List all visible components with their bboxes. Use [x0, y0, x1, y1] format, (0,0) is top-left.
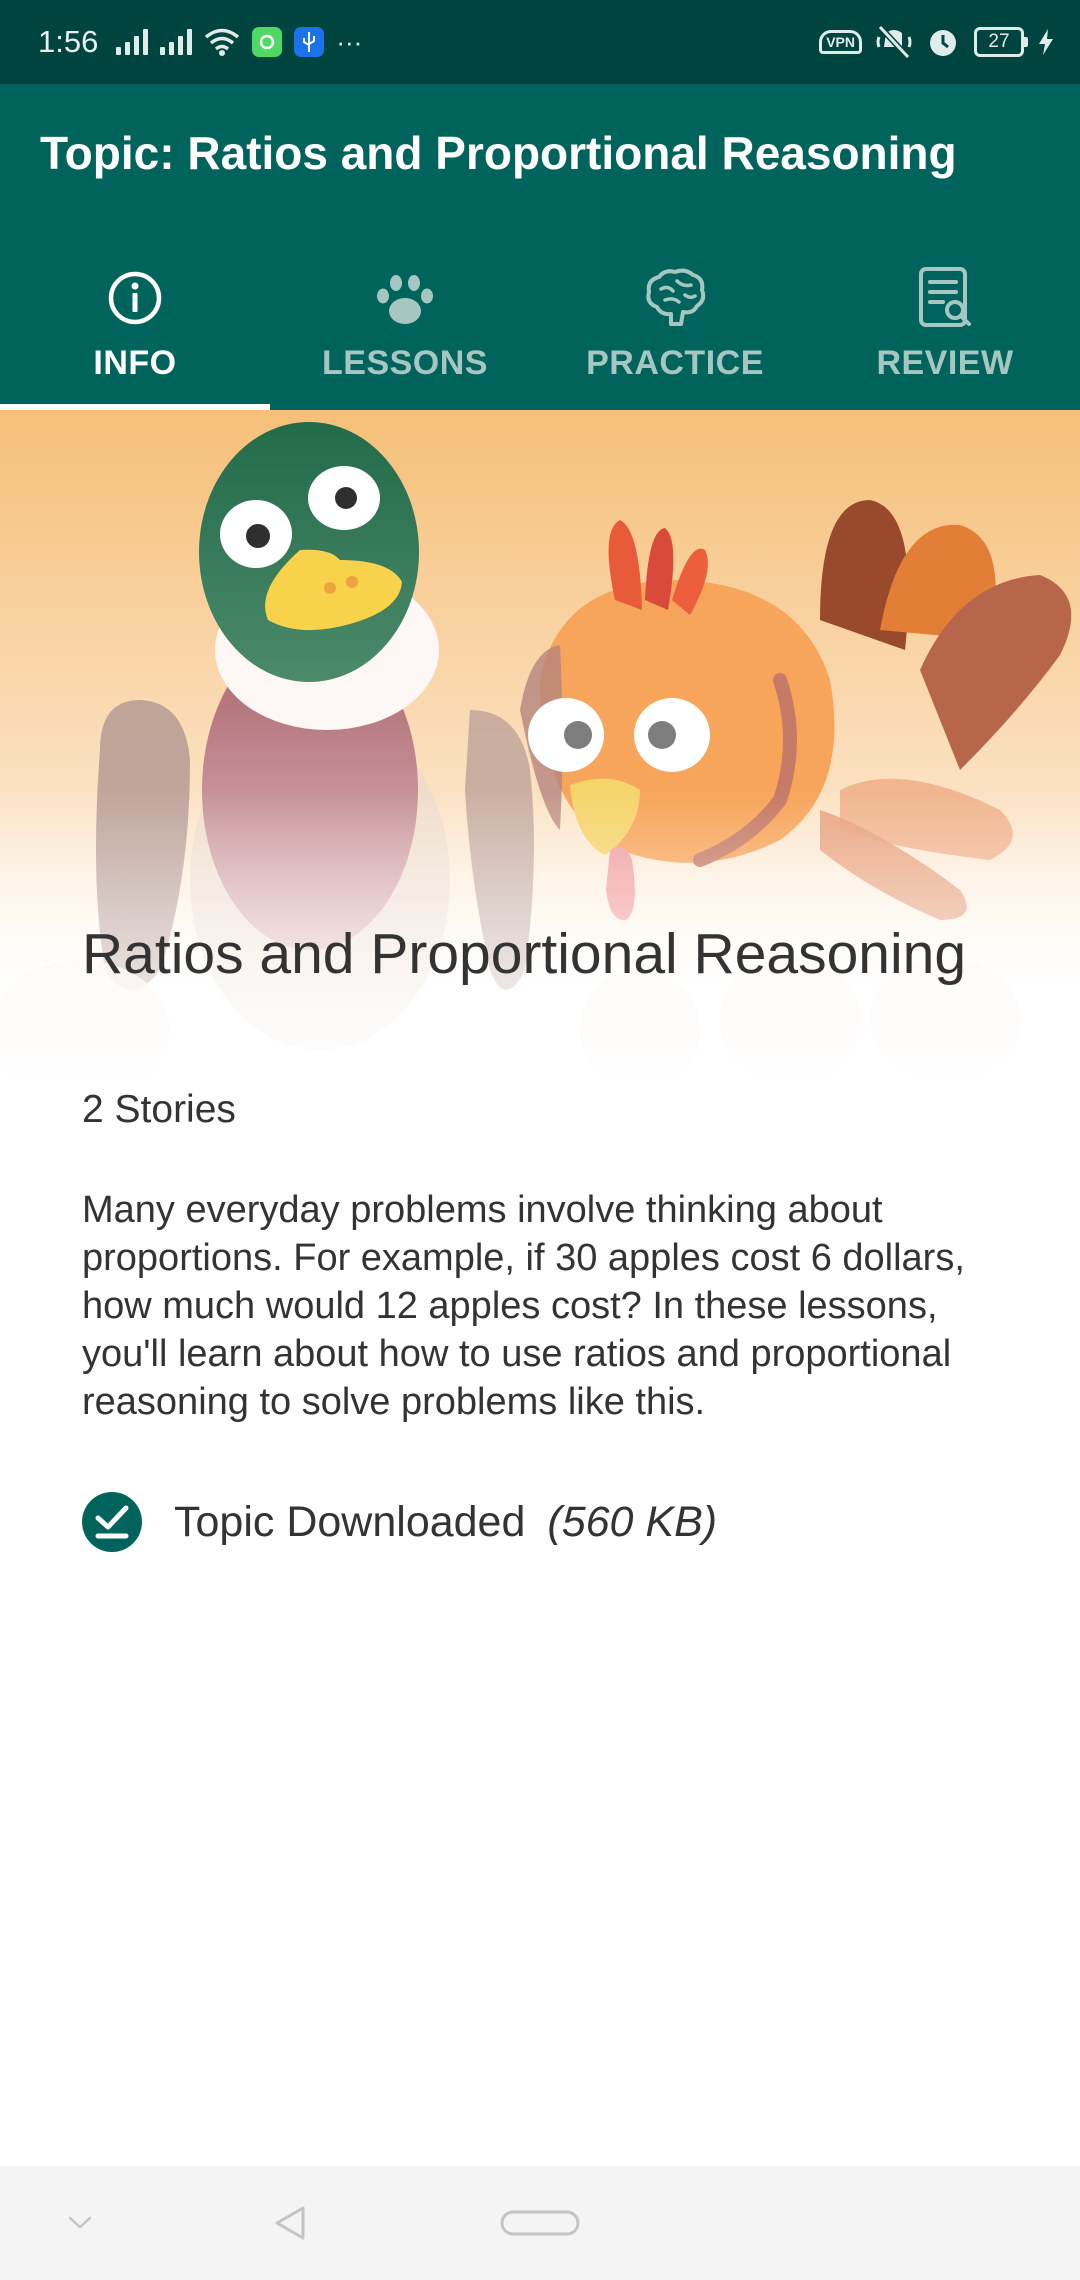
vpn-icon: VPN [819, 30, 862, 54]
wifi-icon [205, 28, 240, 56]
home-pill-icon [500, 2210, 580, 2236]
tab-lessons[interactable]: LESSONS [270, 244, 540, 410]
download-status-text: Topic Downloaded [174, 1497, 526, 1546]
page-title: Topic: Ratios and Proportional Reasoning [40, 127, 957, 179]
app-bar: Topic: Ratios and Proportional Reasoning… [0, 84, 1080, 410]
tab-review[interactable]: REVIEW [810, 244, 1080, 410]
topic-heading: Ratios and Proportional Reasoning [82, 922, 967, 986]
signal-icon [116, 29, 149, 55]
nav-back-button[interactable] [255, 2166, 325, 2280]
paw-icon [373, 266, 437, 330]
battery-icon: 27 [974, 27, 1028, 57]
status-left: 1:56 ··· [38, 0, 362, 84]
tab-lessons-label: LESSONS [322, 344, 488, 382]
tab-review-label: REVIEW [876, 344, 1014, 382]
alarm-icon [930, 30, 956, 56]
download-status-row: Topic Downloaded (560 KB) [82, 1490, 717, 1554]
tab-bar: INFO LESSONS PRACTICE REVIEW [0, 244, 1080, 410]
more-notifications-icon: ··· [336, 26, 363, 57]
mute-icon [876, 25, 912, 59]
tab-practice-label: PRACTICE [586, 344, 764, 382]
topic-description: Many everyday problems involve thinking … [82, 1189, 965, 1423]
tab-info-label: INFO [93, 344, 177, 382]
status-time: 1:56 [38, 24, 99, 59]
status-right: VPN 27 [819, 0, 1054, 84]
signal-icon [160, 29, 193, 55]
download-size: (560 KB) [547, 1497, 718, 1546]
nav-home-button[interactable] [490, 2166, 590, 2280]
info-icon [103, 266, 167, 330]
tab-info[interactable]: INFO [0, 244, 270, 410]
story-count: 2 Stories [82, 1088, 236, 1131]
back-triangle-icon [275, 2206, 305, 2240]
downloaded-check-icon [82, 1492, 142, 1552]
brain-icon [643, 266, 707, 330]
tab-practice[interactable]: PRACTICE [540, 244, 810, 410]
chevron-down-icon [68, 2216, 92, 2229]
app-notification-icon [252, 27, 283, 57]
system-nav-bar [0, 2166, 1080, 2280]
usb-icon [294, 27, 325, 57]
nav-collapse-button[interactable] [50, 2166, 110, 2280]
charging-icon [1039, 29, 1053, 55]
status-bar: 1:56 ··· VPN 27 [0, 0, 1080, 84]
review-icon [913, 266, 977, 330]
